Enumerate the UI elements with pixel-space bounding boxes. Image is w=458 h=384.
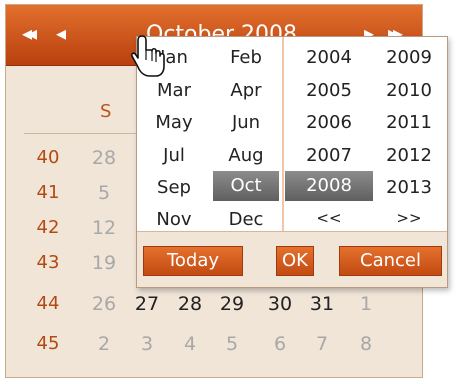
- day-cell[interactable]: 28: [84, 147, 124, 169]
- month-option[interactable]: Aug: [213, 141, 279, 171]
- day-cell[interactable]: 26: [84, 293, 124, 315]
- day-cell[interactable]: 7: [302, 333, 342, 355]
- picker-divider: [282, 37, 284, 231]
- month-year-picker: Jan Feb Mar Apr May Jun Jul Aug Sep Oct …: [136, 36, 448, 288]
- cancel-button[interactable]: Cancel: [339, 246, 442, 276]
- day-cell[interactable]: 29: [212, 293, 252, 315]
- next-years-button[interactable]: >>: [371, 203, 447, 233]
- day-cell[interactable]: 1: [346, 293, 386, 315]
- day-cell[interactable]: 8: [346, 333, 386, 355]
- year-option[interactable]: 2010: [371, 76, 447, 106]
- year-option-selected[interactable]: 2008: [285, 171, 373, 201]
- day-cell[interactable]: 12: [84, 217, 124, 239]
- hand-pointer-cursor-icon: [131, 35, 165, 77]
- day-cell[interactable]: 5: [212, 333, 252, 355]
- ok-button[interactable]: OK: [276, 246, 314, 276]
- prev-year-button[interactable]: ◂◂: [22, 21, 37, 45]
- year-option[interactable]: 2005: [291, 76, 367, 106]
- year-option[interactable]: 2004: [291, 43, 367, 73]
- day-cell[interactable]: 30: [260, 293, 300, 315]
- year-option[interactable]: 2009: [371, 43, 447, 73]
- month-option[interactable]: Jun: [213, 108, 279, 138]
- day-cell[interactable]: 4: [170, 333, 210, 355]
- year-option[interactable]: 2007: [291, 141, 367, 171]
- week-number: 43: [36, 252, 60, 273]
- day-cell[interactable]: 28: [170, 293, 210, 315]
- week-number: 45: [36, 333, 60, 354]
- day-cell[interactable]: 31: [302, 293, 342, 315]
- day-cell[interactable]: 3: [127, 333, 167, 355]
- year-option[interactable]: 2013: [371, 173, 447, 203]
- month-option[interactable]: Mar: [141, 76, 207, 106]
- year-option[interactable]: 2012: [371, 141, 447, 171]
- today-button[interactable]: Today: [143, 246, 243, 276]
- day-cell[interactable]: 2: [84, 333, 124, 355]
- month-option[interactable]: Apr: [213, 76, 279, 106]
- double-left-arrow-icon: ◂◂: [22, 21, 37, 45]
- month-option[interactable]: May: [141, 108, 207, 138]
- month-option[interactable]: Sep: [141, 173, 207, 203]
- month-option[interactable]: Feb: [213, 43, 279, 73]
- day-cell[interactable]: 27: [127, 293, 167, 315]
- month-option[interactable]: Jul: [141, 141, 207, 171]
- weekday-sunday: S: [100, 101, 112, 122]
- prev-years-button[interactable]: <<: [291, 203, 367, 233]
- month-option-selected[interactable]: Oct: [213, 171, 279, 201]
- year-option[interactable]: 2006: [291, 108, 367, 138]
- day-cell[interactable]: 5: [84, 182, 124, 204]
- left-arrow-icon: ◂: [56, 21, 67, 45]
- week-number: 42: [36, 217, 60, 238]
- prev-month-button[interactable]: ◂: [56, 21, 66, 45]
- day-cell[interactable]: 6: [260, 333, 300, 355]
- week-number: 44: [36, 293, 60, 314]
- week-number: 41: [36, 182, 60, 203]
- year-option[interactable]: 2011: [371, 108, 447, 138]
- week-number: 40: [36, 147, 60, 168]
- day-cell[interactable]: 19: [84, 252, 124, 274]
